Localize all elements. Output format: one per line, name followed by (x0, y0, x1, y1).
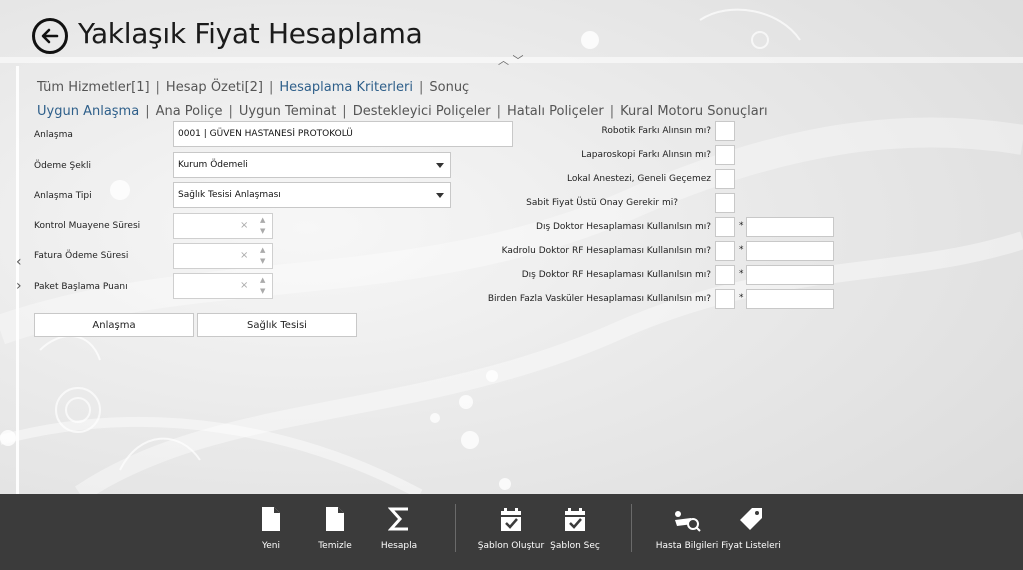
lokal-anestezi-label: Lokal Anestezi, Geneli Geçemez (566, 174, 711, 184)
fiyat-listeleri-label: Fiyat Listeleri (721, 541, 781, 551)
dis-doktor-label: Dış Doktor Hesaplaması Kullanılsın mı? (536, 222, 711, 232)
scroll-left-chevron-icon[interactable]: ‹ (16, 254, 22, 270)
yeni-button[interactable]: Yeni (236, 494, 306, 570)
paket-baslama-label: Paket Başlama Puanı (34, 282, 128, 292)
dis-doktor-rf-label: Dış Doktor RF Hesaplaması Kullanılsın mı… (521, 270, 711, 280)
dis-doktor-rf-checkbox[interactable] (715, 265, 735, 285)
sablon-sec-label: Şablon Seç (550, 541, 600, 551)
calendar-check-icon (501, 508, 521, 531)
sigma-icon (388, 507, 408, 531)
fatura-odeme-stepper[interactable]: × ▲ ▼ (173, 243, 273, 269)
odeme-sekli-select[interactable]: Kurum Ödemeli (173, 152, 451, 178)
calendar-check-icon (565, 508, 585, 531)
secondary-nav: Uygun Anlaşma | Ana Poliçe | Uygun Teminat | D… (37, 104, 768, 119)
patient-search-icon (675, 511, 701, 532)
laparoskopi-checkbox[interactable] (715, 145, 735, 165)
chevron-down-icon (436, 192, 444, 198)
collapse-chevron-icon[interactable]: ︿ ﹀ (498, 52, 524, 68)
dis-doktor-input[interactable] (746, 217, 834, 237)
dis-doktor-rf-input[interactable] (746, 265, 834, 285)
chevron-down-icon (436, 162, 444, 168)
app-bar: Yeni Temizle Hesapla Şablon Oluştur Şabl… (0, 494, 1023, 570)
required-star: * (739, 269, 744, 279)
clear-icon[interactable]: × (240, 280, 248, 291)
clear-icon[interactable]: × (240, 250, 248, 261)
tab-tum-hizmetler[interactable]: Tüm Hizmetler[1] (37, 80, 150, 95)
required-star: * (739, 245, 744, 255)
decrement-icon[interactable]: ▼ (260, 257, 265, 265)
robotik-label: Robotik Farkı Alınsın mı? (601, 126, 711, 136)
scroll-right-chevron-icon[interactable]: › (16, 278, 22, 294)
tab-hesaplama-kriterleri[interactable]: Hesaplama Kriterleri (279, 80, 413, 95)
document-icon (262, 507, 280, 531)
fatura-odeme-label: Fatura Ödeme Süresi (34, 251, 129, 261)
kadrolu-rf-label: Kadrolu Doktor RF Hesaplaması Kullanılsı… (501, 246, 711, 256)
anlasma-tipi-select[interactable]: Sağlık Tesisi Anlaşması (173, 182, 451, 208)
sabit-fiyat-checkbox[interactable] (715, 193, 735, 213)
hesapla-label: Hesapla (380, 541, 418, 551)
anlasma-button[interactable]: Anlaşma (34, 313, 194, 337)
odeme-sekli-label: Ödeme Şekli (34, 161, 91, 171)
subtab-kural-motoru-sonuclari[interactable]: Kural Motoru Sonuçları (620, 104, 767, 119)
saglik-tesisi-button[interactable]: Sağlık Tesisi (197, 313, 357, 337)
document-icon (326, 507, 344, 531)
subtab-destekleyici-policeler[interactable]: Destekleyici Poliçeler (353, 104, 491, 119)
back-arrow-icon (41, 28, 59, 44)
increment-icon[interactable]: ▲ (260, 216, 265, 224)
anlasma-label: Anlaşma (34, 130, 73, 140)
required-star: * (739, 293, 744, 303)
page-title: Yaklaşık Fiyat Hesaplama (78, 17, 423, 50)
clear-icon[interactable]: × (240, 220, 248, 231)
robotik-checkbox[interactable] (715, 121, 735, 141)
app-bar-divider (455, 504, 456, 552)
tab-hesap-ozeti[interactable]: Hesap Özeti[2] (166, 80, 263, 95)
required-star: * (739, 221, 744, 231)
vaskuler-input[interactable] (746, 289, 834, 309)
vaskuler-label: Birden Fazla Vasküler Hesaplaması Kullan… (487, 294, 711, 304)
odeme-sekli-value: Kurum Ödemeli (178, 160, 248, 170)
price-tag-icon (740, 508, 762, 530)
sablon-sec-button[interactable]: Şablon Seç (540, 494, 610, 570)
anlasma-tipi-label: Anlaşma Tipi (34, 191, 92, 201)
subtab-ana-police[interactable]: Ana Poliçe (156, 104, 223, 119)
hesapla-button[interactable]: Hesapla (364, 494, 434, 570)
dis-doktor-checkbox[interactable] (715, 217, 735, 237)
sablon-olustur-button[interactable]: Şablon Oluştur (476, 494, 546, 570)
anlasma-tipi-value: Sağlık Tesisi Anlaşması (178, 190, 281, 200)
sabit-fiyat-label: Sabit Fiyat Üstü Onay Gerekir mi? (526, 198, 678, 208)
kontrol-muayene-stepper[interactable]: × ▲ ▼ (173, 213, 273, 239)
primary-nav: Tüm Hizmetler[1] | Hesap Özeti[2] | Hesaplam… (37, 80, 470, 95)
back-button[interactable] (32, 18, 68, 54)
lokal-anestezi-checkbox[interactable] (715, 169, 735, 189)
decrement-icon[interactable]: ▼ (260, 227, 265, 235)
subtab-hatali-policeler[interactable]: Hatalı Poliçeler (507, 104, 604, 119)
kontrol-muayene-label: Kontrol Muayene Süresi (34, 221, 141, 231)
increment-icon[interactable]: ▲ (260, 246, 265, 254)
paket-baslama-stepper[interactable]: × ▲ ▼ (173, 273, 273, 299)
hasta-bilgileri-button[interactable]: Hasta Bilgileri (652, 494, 722, 570)
temizle-button[interactable]: Temizle (300, 494, 370, 570)
decrement-icon[interactable]: ▼ (260, 287, 265, 295)
kadrolu-rf-input[interactable] (746, 241, 834, 261)
fiyat-listeleri-button[interactable]: Fiyat Listeleri (716, 494, 786, 570)
app-bar-divider (631, 504, 632, 552)
kadrolu-rf-checkbox[interactable] (715, 241, 735, 261)
subtab-uygun-anlasma[interactable]: Uygun Anlaşma (37, 104, 139, 119)
subtab-uygun-teminat[interactable]: Uygun Teminat (239, 104, 336, 119)
increment-icon[interactable]: ▲ (260, 276, 265, 284)
tab-sonuc[interactable]: Sonuç (429, 80, 469, 95)
vaskuler-checkbox[interactable] (715, 289, 735, 309)
anlasma-field[interactable]: 0001 | GÜVEN HASTANESİ PROTOKOLÜ (173, 121, 513, 147)
laparoskopi-label: Laparoskopi Farkı Alınsın mı? (581, 150, 711, 160)
